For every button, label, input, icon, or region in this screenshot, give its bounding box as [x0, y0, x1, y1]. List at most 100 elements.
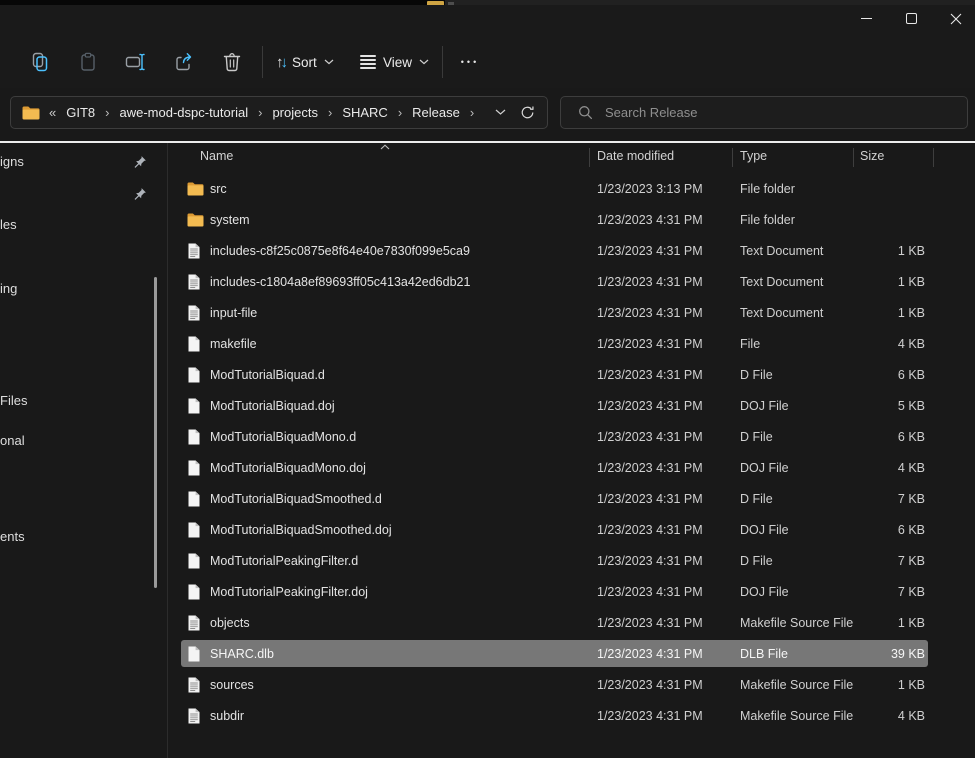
file-icon	[187, 359, 201, 390]
see-more-button[interactable]: •••	[452, 48, 488, 76]
file-row[interactable]: ModTutorialPeakingFilter.doj1/23/2023 4:…	[168, 576, 975, 607]
address-dropdown-button[interactable]	[495, 109, 506, 116]
file-row[interactable]: input-file1/23/2023 4:31 PMText Document…	[168, 297, 975, 328]
delete-button[interactable]	[218, 48, 246, 76]
file-name: includes-c1804a8ef89693ff05c413a42ed6db2…	[210, 266, 470, 297]
share-button[interactable]	[170, 48, 198, 76]
file-type: Text Document	[740, 297, 823, 328]
paste-button[interactable]	[74, 48, 102, 76]
address-bar[interactable]: « GIT8›awe-mod-dspc-tutorial›projects›SH…	[10, 96, 548, 129]
breadcrumb-separator-icon[interactable]: ›	[320, 105, 340, 120]
file-size: 6 KB	[845, 514, 925, 545]
column-separator[interactable]	[589, 148, 590, 167]
column-separator[interactable]	[933, 148, 934, 167]
file-icon	[187, 483, 201, 514]
file-icon	[187, 328, 201, 359]
pin-icon	[132, 155, 147, 170]
text-file-icon	[187, 266, 201, 297]
file-date: 1/23/2023 4:31 PM	[597, 359, 703, 390]
sidebar-item[interactable]: onal	[0, 433, 25, 449]
column-header-type[interactable]: Type	[740, 149, 767, 163]
file-row[interactable]: system1/23/2023 4:31 PMFile folder	[168, 204, 975, 235]
text-file-icon	[187, 297, 201, 328]
file-date: 1/23/2023 4:31 PM	[597, 235, 703, 266]
file-row[interactable]: ModTutorialBiquadSmoothed.doj1/23/2023 4…	[168, 514, 975, 545]
breadcrumb-separator-icon[interactable]: ›	[250, 105, 270, 120]
file-name: input-file	[210, 297, 257, 328]
sidebar-item[interactable]: igns	[0, 154, 24, 170]
breadcrumb: GIT8›awe-mod-dspc-tutorial›projects›SHAR…	[64, 103, 482, 122]
view-button[interactable]: View	[356, 48, 433, 76]
ellipsis-icon: •••	[461, 57, 479, 67]
file-size: 1 KB	[845, 669, 925, 700]
minimize-button[interactable]	[843, 5, 889, 32]
sidebar-item[interactable]: ents	[0, 529, 25, 545]
rename-button[interactable]	[122, 48, 150, 76]
search-icon	[578, 105, 593, 120]
file-row[interactable]: ModTutorialBiquad.doj1/23/2023 4:31 PMDO…	[168, 390, 975, 421]
sort-icon: ↑↓	[276, 54, 285, 71]
sort-button[interactable]: ↑↓ Sort	[272, 48, 338, 76]
file-type: Text Document	[740, 235, 823, 266]
copy-icon	[29, 51, 51, 73]
file-date: 1/23/2023 4:31 PM	[597, 452, 703, 483]
file-icon	[187, 421, 201, 452]
copy-button[interactable]	[26, 48, 54, 76]
file-type: Text Document	[740, 266, 823, 297]
search-input[interactable]	[603, 104, 937, 121]
file-date: 1/23/2023 4:31 PM	[597, 266, 703, 297]
file-row[interactable]: includes-c8f25c0875e8f64e40e7830f099e5ca…	[168, 235, 975, 266]
text-file-icon	[187, 700, 201, 731]
file-size: 1 KB	[845, 297, 925, 328]
sidebar-scrollbar[interactable]	[154, 277, 157, 588]
column-separator[interactable]	[853, 148, 854, 167]
file-row[interactable]: ModTutorialBiquadSmoothed.d1/23/2023 4:3…	[168, 483, 975, 514]
file-row[interactable]: src1/23/2023 3:13 PMFile folder	[168, 173, 975, 204]
breadcrumb-item[interactable]: Release	[410, 103, 462, 122]
maximize-button[interactable]	[888, 5, 934, 32]
file-type: D File	[740, 359, 773, 390]
file-row[interactable]: ModTutorialBiquad.d1/23/2023 4:31 PMD Fi…	[168, 359, 975, 390]
file-size: 39 KB	[845, 638, 925, 669]
column-separator[interactable]	[732, 148, 733, 167]
breadcrumb-item[interactable]: awe-mod-dspc-tutorial	[117, 103, 250, 122]
delete-icon	[221, 51, 243, 73]
folder-icon	[22, 106, 40, 120]
file-row[interactable]: ModTutorialPeakingFilter.d1/23/2023 4:31…	[168, 545, 975, 576]
column-header-name[interactable]: Name	[200, 149, 233, 163]
refresh-button[interactable]	[520, 105, 535, 120]
file-row[interactable]: makefile1/23/2023 4:31 PMFile4 KB	[168, 328, 975, 359]
sidebar-item[interactable]: Files	[0, 393, 27, 409]
close-button[interactable]	[933, 5, 975, 32]
file-date: 1/23/2023 4:31 PM	[597, 421, 703, 452]
breadcrumb-separator-icon[interactable]: ›	[462, 105, 482, 120]
sidebar-item[interactable]: les	[0, 217, 17, 233]
breadcrumb-overflow-icon[interactable]: «	[49, 105, 56, 120]
file-size: 1 KB	[845, 235, 925, 266]
close-icon	[950, 13, 962, 25]
breadcrumb-item[interactable]: SHARC	[340, 103, 390, 122]
file-type: File folder	[740, 204, 795, 235]
chevron-down-icon	[324, 59, 334, 65]
breadcrumb-separator-icon[interactable]: ›	[97, 105, 117, 120]
file-row[interactable]: includes-c1804a8ef89693ff05c413a42ed6db2…	[168, 266, 975, 297]
breadcrumb-separator-icon[interactable]: ›	[390, 105, 410, 120]
refresh-icon	[520, 105, 535, 120]
breadcrumb-item[interactable]: projects	[270, 103, 320, 122]
column-header-size[interactable]: Size	[860, 149, 884, 163]
column-header-date-modified[interactable]: Date modified	[597, 149, 674, 163]
breadcrumb-item[interactable]: GIT8	[64, 103, 97, 122]
view-label: View	[383, 55, 412, 70]
file-size: 1 KB	[845, 266, 925, 297]
file-name: objects	[210, 607, 250, 638]
file-row[interactable]: ModTutorialBiquadMono.d1/23/2023 4:31 PM…	[168, 421, 975, 452]
file-row[interactable]: SHARC.dlb1/23/2023 4:31 PMDLB File39 KB	[168, 638, 975, 669]
file-row[interactable]: ModTutorialBiquadMono.doj1/23/2023 4:31 …	[168, 452, 975, 483]
file-row[interactable]: objects1/23/2023 4:31 PMMakefile Source …	[168, 607, 975, 638]
file-row[interactable]: sources1/23/2023 4:31 PMMakefile Source …	[168, 669, 975, 700]
chevron-down-icon	[495, 109, 506, 116]
file-row[interactable]: subdir1/23/2023 4:31 PMMakefile Source F…	[168, 700, 975, 731]
sidebar-item[interactable]: ing	[0, 281, 17, 297]
file-size: 4 KB	[845, 328, 925, 359]
selection-highlight	[181, 640, 928, 667]
